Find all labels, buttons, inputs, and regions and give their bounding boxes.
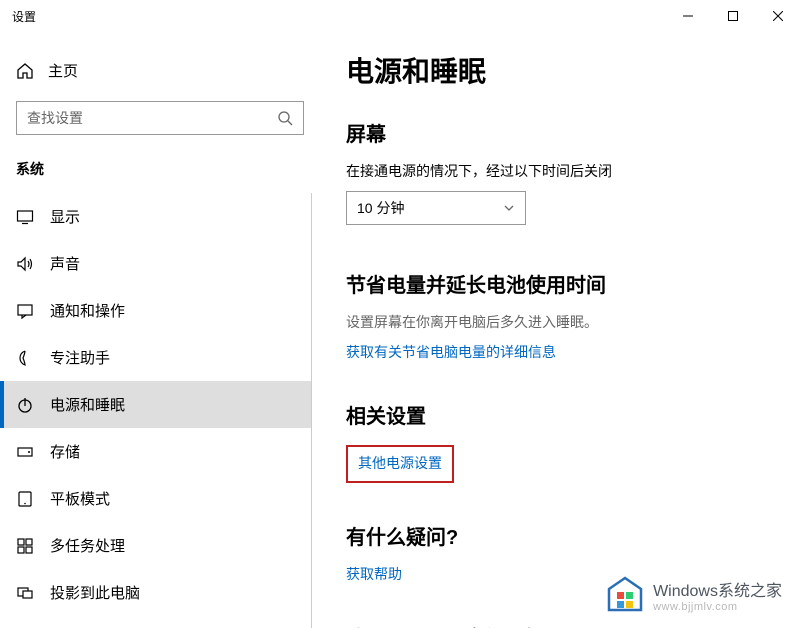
nav-label: 专注助手	[50, 347, 110, 368]
screen-desc: 在接通电源的情况下，经过以下时间后关闭	[346, 161, 780, 181]
multitask-icon	[16, 537, 34, 555]
sidebar: 主页 系统 显示 声音 通知和操作	[0, 32, 320, 628]
nav-label: 显示	[50, 206, 80, 227]
search-icon	[277, 110, 293, 126]
nav-label: 投影到此电脑	[50, 582, 140, 603]
content: 电源和睡眠 屏幕 在接通电源的情况下，经过以下时间后关闭 10 分钟 节省电量并…	[320, 32, 800, 628]
maximize-icon	[728, 11, 738, 21]
nav-label: 电源和睡眠	[50, 394, 125, 415]
storage-icon	[16, 443, 34, 461]
page-title: 电源和睡眠	[346, 50, 780, 90]
save-heading: 节省电量并延长电池使用时间	[346, 269, 780, 298]
window-title: 设置	[0, 8, 36, 25]
nav-label: 存储	[50, 441, 80, 462]
watermark-url: www.bjjmlv.com	[653, 601, 782, 613]
search-box[interactable]	[16, 101, 304, 135]
sound-icon	[16, 255, 34, 273]
related-heading: 相关设置	[346, 400, 780, 429]
home-nav[interactable]: 主页	[0, 52, 320, 89]
save-link[interactable]: 获取有关节省电脑电量的详细信息	[346, 342, 780, 362]
save-desc: 设置屏幕在你离开电脑后多久进入睡眠。	[346, 312, 780, 332]
home-icon	[16, 62, 34, 80]
notifications-icon	[16, 302, 34, 320]
nav-label: 多任务处理	[50, 535, 125, 556]
minimize-button[interactable]	[665, 0, 710, 32]
nav-display[interactable]: 显示	[0, 193, 311, 240]
nav-focus[interactable]: 专注助手	[0, 334, 311, 381]
minimize-icon	[683, 11, 693, 21]
project-icon	[16, 584, 34, 602]
home-label: 主页	[48, 60, 78, 81]
search-input[interactable]	[27, 110, 267, 126]
watermark-text: Windows系统之家	[653, 577, 782, 601]
watermark-icon	[605, 576, 645, 614]
display-icon	[16, 208, 34, 226]
related-link[interactable]: 其他电源设置	[358, 453, 442, 473]
nav-label: 通知和操作	[50, 300, 125, 321]
nav-sound[interactable]: 声音	[0, 240, 311, 287]
focus-icon	[16, 349, 34, 367]
nav-list: 显示 声音 通知和操作 专注助手 电源和睡眠 存储	[0, 193, 312, 628]
tablet-icon	[16, 490, 34, 508]
close-icon	[773, 11, 783, 21]
close-button[interactable]	[755, 0, 800, 32]
question-heading: 有什么疑问?	[346, 521, 780, 550]
maximize-button[interactable]	[710, 0, 755, 32]
dropdown-value: 10 分钟	[357, 198, 404, 218]
nav-tablet[interactable]: 平板模式	[0, 475, 311, 522]
nav-label: 声音	[50, 253, 80, 274]
nav-notifications[interactable]: 通知和操作	[0, 287, 311, 334]
nav-multitask[interactable]: 多任务处理	[0, 522, 311, 569]
power-icon	[16, 396, 34, 414]
section-title: 系统	[0, 153, 320, 193]
screen-heading: 屏幕	[346, 118, 780, 147]
nav-storage[interactable]: 存储	[0, 428, 311, 475]
nav-power[interactable]: 电源和睡眠	[0, 381, 311, 428]
nav-label: 平板模式	[50, 488, 110, 509]
chevron-down-icon	[503, 202, 515, 214]
nav-project[interactable]: 投影到此电脑	[0, 569, 311, 616]
highlight-box: 其他电源设置	[346, 445, 454, 483]
watermark: Windows系统之家 www.bjjmlv.com	[605, 576, 782, 614]
better-heading: 让 Windows 变得更好	[346, 622, 780, 628]
screen-timeout-dropdown[interactable]: 10 分钟	[346, 191, 526, 225]
